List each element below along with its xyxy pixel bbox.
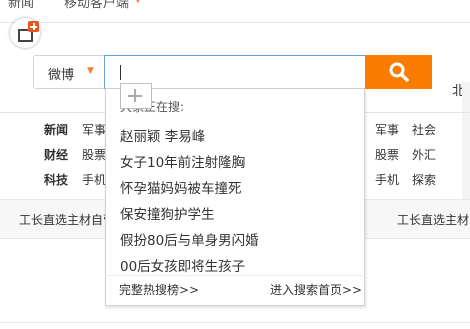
category-title-tech[interactable]: 科技 — [44, 171, 68, 188]
divider — [0, 322, 470, 323]
full-hot-list-link[interactable]: 完整热搜榜>> — [119, 281, 199, 298]
top-nav: 新闻 移动客户端 ▼ — [0, 0, 470, 23]
category-link[interactable]: 外汇 — [412, 146, 436, 163]
top-nav-item-mobile[interactable]: 移动客户端 — [64, 0, 129, 11]
promo-link-right[interactable]: 工长直选主材 — [397, 211, 469, 228]
text-cursor — [120, 65, 121, 80]
caret-down-icon: ▼ — [134, 0, 142, 5]
category-link[interactable]: 社会 — [412, 121, 436, 138]
category-link[interactable]: 军事 — [375, 121, 399, 138]
suggestion-item[interactable]: 假扮80后与单身男闪婚 — [120, 229, 259, 249]
category-link[interactable]: 探索 — [412, 171, 436, 188]
chevron-down-icon: ▼ — [87, 66, 94, 76]
plus-icon — [28, 21, 39, 32]
top-nav-item-news[interactable]: 新闻 — [8, 0, 34, 11]
promo-link-left[interactable]: 工长直选主材自营 — [19, 211, 115, 228]
category-title-news[interactable]: 新闻 — [44, 121, 68, 138]
browser-viewport: 新闻 移动客户端 ▼ 微博 ▼ 北 新闻 军事 军事 社会 财经 股票 股票 外… — [0, 0, 470, 329]
suggestion-item[interactable]: 赵丽颖 李易峰 — [120, 125, 205, 145]
search-button[interactable] — [366, 55, 432, 89]
category-link[interactable]: 股票 — [82, 146, 106, 163]
category-link[interactable]: 手机 — [375, 171, 399, 188]
search-scope-select[interactable]: 微博 ▼ — [33, 55, 104, 89]
suggestion-item[interactable]: 00后女孩即将生孩子 — [120, 255, 245, 275]
search-icon — [389, 62, 409, 82]
category-title-finance[interactable]: 财经 — [44, 146, 68, 163]
category-link[interactable]: 手机 — [82, 171, 106, 188]
drag-handle-icon[interactable] — [120, 83, 152, 109]
search-home-link[interactable]: 进入搜索首页>> — [270, 281, 362, 298]
suggestion-item[interactable]: 怀孕猫妈妈被车撞死 — [120, 177, 242, 197]
suggestion-item[interactable]: 保安撞狗护学生 — [120, 203, 215, 223]
category-link[interactable]: 股票 — [375, 146, 399, 163]
add-to-desktop-icon[interactable] — [10, 18, 40, 48]
divider — [105, 275, 365, 276]
plus-icon — [128, 89, 143, 102]
category-link[interactable]: 军事 — [82, 121, 106, 138]
search-scope-label: 微博 — [48, 68, 75, 83]
search-suggestion-dropdown: 大家正在搜: 赵丽颖 李易峰 女子10年前注射隆胸 怀孕猫妈妈被车撞死 保安撞狗… — [105, 88, 365, 306]
suggestion-item[interactable]: 女子10年前注射隆胸 — [120, 151, 245, 171]
